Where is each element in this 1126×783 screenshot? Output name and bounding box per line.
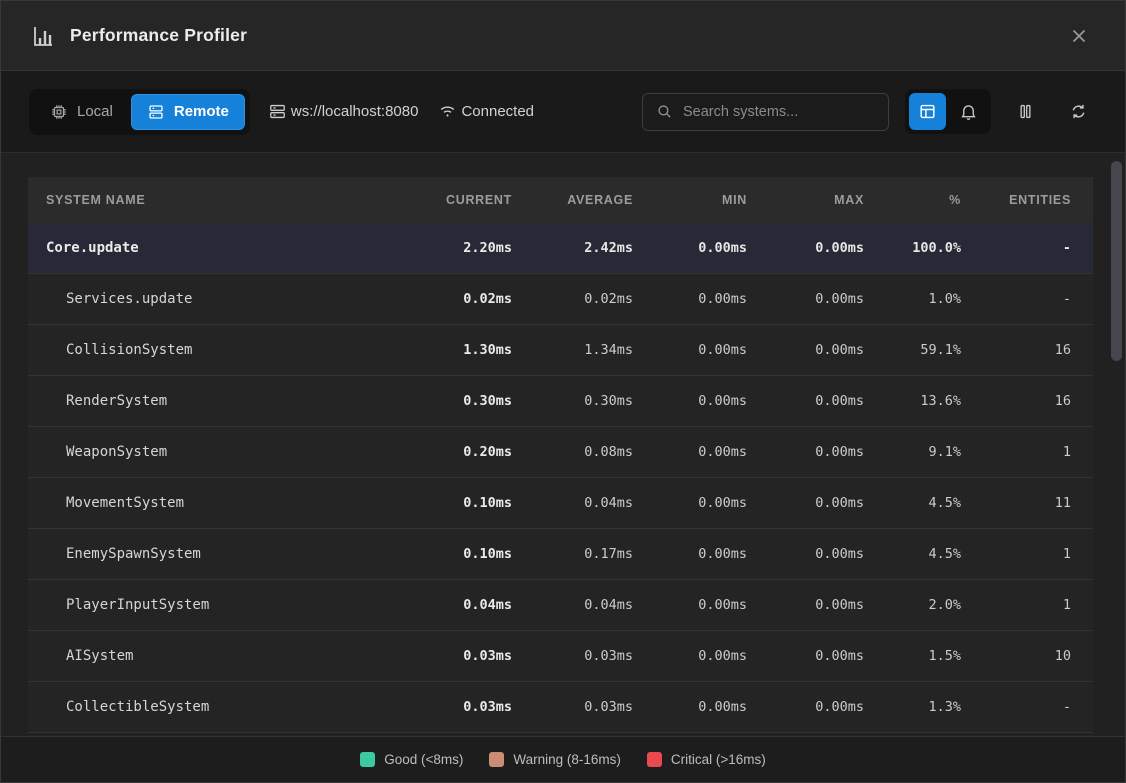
toolbar: Local Remote ws://localhost:8080 [1, 71, 1125, 153]
column-header-percent[interactable]: % [864, 193, 961, 207]
legend-swatch [489, 752, 504, 767]
refresh-button[interactable] [1060, 93, 1097, 130]
close-icon[interactable] [1063, 20, 1095, 52]
pause-icon [1016, 102, 1035, 121]
profiler-content: SYSTEM NAME CURRENT AVERAGE MIN MAX % EN… [1, 153, 1125, 736]
table-header-row: SYSTEM NAME CURRENT AVERAGE MIN MAX % EN… [28, 177, 1093, 223]
legend-item: Warning (8-16ms) [489, 752, 621, 767]
search-icon [656, 103, 673, 120]
title-bar: Performance Profiler [1, 1, 1125, 71]
column-header-average[interactable]: AVERAGE [512, 193, 633, 207]
source-toggle-group: Local Remote [29, 89, 250, 135]
column-header-max[interactable]: MAX [747, 193, 864, 207]
legend-label: Warning (8-16ms) [513, 752, 621, 767]
table-row[interactable]: CollisionSystem 1.30ms 1.34ms 0.00ms 0.0… [28, 325, 1093, 376]
toolbar-right [642, 89, 1097, 134]
remote-toggle-button[interactable]: Remote [131, 94, 245, 130]
performance-profiler-window: Performance Profiler Local [0, 0, 1126, 783]
remote-toggle-label: Remote [174, 103, 229, 120]
local-toggle-button[interactable]: Local [34, 94, 129, 130]
legend-item: Critical (>16ms) [647, 752, 766, 767]
table-view-button[interactable] [909, 93, 946, 130]
table-row[interactable]: RenderSystem 0.30ms 0.30ms 0.00ms 0.00ms… [28, 376, 1093, 427]
scrollbar-thumb[interactable] [1111, 161, 1122, 361]
table-row[interactable]: Core.update 2.20ms 2.42ms 0.00ms 0.00ms … [28, 223, 1093, 274]
table-row[interactable]: Services.update 0.02ms 0.02ms 0.00ms 0.0… [28, 274, 1093, 325]
legend-label: Good (<8ms) [384, 752, 463, 767]
legend-item: Good (<8ms) [360, 752, 463, 767]
vertical-scrollbar[interactable] [1110, 155, 1123, 734]
local-toggle-label: Local [77, 103, 113, 120]
cpu-chip-icon [50, 103, 68, 121]
table-row[interactable]: AISystem 0.03ms 0.03ms 0.00ms 0.00ms 1.5… [28, 631, 1093, 682]
server-stack-icon [268, 102, 287, 121]
legend-footer: Good (<8ms) Warning (8-16ms) Critical (>… [1, 736, 1125, 782]
connection-info: ws://localhost:8080 Connected [268, 102, 534, 121]
legend-label: Critical (>16ms) [671, 752, 766, 767]
table-row[interactable]: MovementSystem 0.10ms 0.04ms 0.00ms 0.00… [28, 478, 1093, 529]
table-row[interactable]: CollectibleSystem 0.03ms 0.03ms 0.00ms 0… [28, 682, 1093, 733]
column-header-entities[interactable]: ENTITIES [961, 193, 1071, 207]
table-row[interactable]: PlayerInputSystem 0.04ms 0.04ms 0.00ms 0… [28, 580, 1093, 631]
wifi-icon [438, 102, 457, 121]
search-input[interactable] [683, 104, 875, 120]
connection-url: ws://localhost:8080 [268, 102, 419, 121]
legend-swatch [360, 752, 375, 767]
search-box [642, 93, 889, 131]
bar-chart-icon [31, 24, 55, 48]
page-title: Performance Profiler [70, 25, 247, 46]
table-body: Core.update 2.20ms 2.42ms 0.00ms 0.00ms … [28, 223, 1093, 733]
systems-table: SYSTEM NAME CURRENT AVERAGE MIN MAX % EN… [28, 177, 1093, 733]
table-icon [918, 102, 937, 121]
column-header-system-name[interactable]: SYSTEM NAME [46, 193, 400, 207]
server-icon [147, 103, 165, 121]
bell-icon [959, 102, 978, 121]
legend-swatch [647, 752, 662, 767]
view-toggle-group [905, 89, 991, 134]
pause-button[interactable] [1007, 93, 1044, 130]
refresh-icon [1069, 102, 1088, 121]
table-row[interactable]: EnemySpawnSystem 0.10ms 0.17ms 0.00ms 0.… [28, 529, 1093, 580]
table-row[interactable]: WeaponSystem 0.20ms 0.08ms 0.00ms 0.00ms… [28, 427, 1093, 478]
connection-status: Connected [438, 102, 534, 121]
alerts-button[interactable] [950, 93, 987, 130]
column-header-current[interactable]: CURRENT [400, 193, 512, 207]
column-header-min[interactable]: MIN [633, 193, 747, 207]
